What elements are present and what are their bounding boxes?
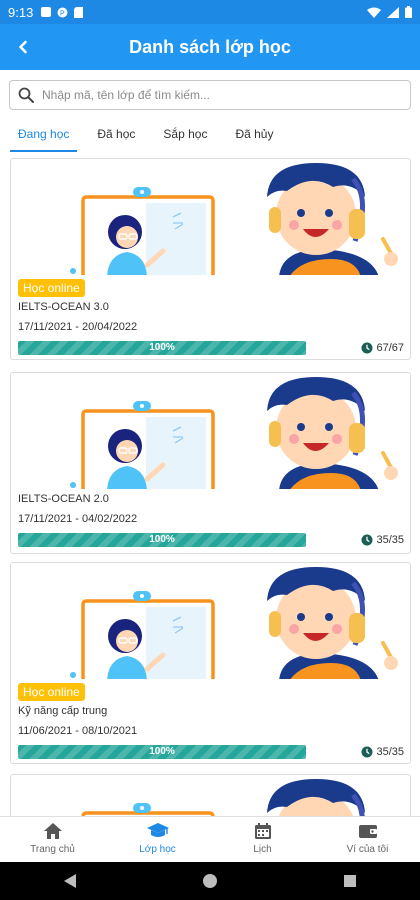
tab-da-huy[interactable]: Đã hủy (227, 120, 281, 152)
nav-calendar-label: Lịch (253, 844, 272, 855)
notification-icon (41, 7, 52, 17)
graduation-cap-icon (146, 823, 169, 837)
progress-bar: 100% (18, 533, 306, 547)
class-name: Kỹ năng cấp trung (18, 705, 108, 717)
online-badge: Học online (18, 683, 85, 701)
clock-icon (361, 342, 373, 354)
tab-dang-hoc[interactable]: Đang học (10, 120, 78, 152)
status-bar: 9:13 P (0, 0, 420, 24)
online-class-illustration (70, 377, 398, 489)
tab-sap-hoc[interactable]: Sắp học (155, 120, 215, 152)
nav-wallet-label: Ví của tôi (346, 844, 389, 855)
progress-label: 100% (149, 534, 175, 545)
system-back-icon[interactable] (63, 873, 77, 889)
session-count-text: 35/35 (376, 746, 404, 758)
nav-home-label: Trang chủ (30, 844, 75, 855)
main-content[interactable]: Đang học Đã học Sắp học Đã hủy (0, 70, 420, 816)
class-card[interactable]: Học online IELTS-OCEAN 3.0 17/11/2021 - … (10, 158, 411, 360)
session-count-text: 35/35 (376, 534, 404, 546)
battery-icon (405, 6, 412, 18)
app-notification-icon: P (57, 7, 68, 17)
system-home-icon[interactable] (202, 873, 218, 889)
search-box[interactable] (9, 80, 411, 110)
status-tabs: Đang học Đã học Sắp học Đã hủy (10, 120, 293, 152)
back-button[interactable] (8, 32, 38, 62)
class-card[interactable]: Học online Kỹ năng cấp trung 11/06/2021 … (10, 562, 411, 764)
search-input[interactable] (42, 88, 382, 102)
clock-icon (361, 746, 373, 758)
wifi-icon (367, 7, 381, 18)
progress-label: 100% (149, 342, 175, 353)
signal-icon (387, 6, 399, 18)
progress-bar: 100% (18, 745, 306, 759)
page-title: Danh sách lớp học (129, 36, 291, 57)
online-badge: Học online (18, 279, 85, 297)
tab-da-hoc[interactable]: Đã học (89, 120, 143, 152)
class-card[interactable]: IELTS-OCEAN 2.0 17/11/2021 - 04/02/2022 … (10, 372, 411, 554)
home-icon (43, 823, 62, 839)
svg-text:P: P (60, 10, 65, 17)
session-count: 35/35 (361, 746, 404, 758)
bottom-navigation: Trang chủ Lớp học Lịch Ví của tôi (0, 816, 420, 862)
progress-label: 100% (149, 746, 175, 757)
back-arrow-icon (19, 40, 27, 54)
online-class-illustration (81, 779, 365, 816)
system-recents-icon[interactable] (343, 874, 357, 888)
nav-calendar[interactable]: Lịch (210, 817, 315, 862)
clock-icon (361, 534, 373, 546)
session-count-text: 67/67 (376, 342, 404, 354)
session-count: 35/35 (361, 534, 404, 546)
class-name: IELTS-OCEAN 2.0 (18, 493, 109, 505)
nav-wallet[interactable]: Ví của tôi (315, 817, 420, 862)
search-icon (18, 87, 34, 103)
class-name: IELTS-OCEAN 3.0 (18, 301, 109, 313)
session-count: 67/67 (361, 342, 404, 354)
class-dates: 17/11/2021 - 20/04/2022 (18, 321, 138, 333)
system-navigation-bar (0, 862, 420, 900)
progress-bar: 100% (18, 341, 306, 355)
sd-card-icon (74, 6, 84, 18)
online-class-illustration (70, 567, 398, 679)
nav-classes[interactable]: Lớp học (105, 817, 210, 862)
class-card[interactable] (10, 774, 411, 816)
online-class-illustration (70, 163, 398, 275)
wallet-icon (358, 825, 377, 838)
status-time: 9:13 (8, 4, 34, 20)
app-bar: Danh sách lớp học (0, 24, 420, 70)
nav-home[interactable]: Trang chủ (0, 817, 105, 862)
nav-classes-label: Lớp học (139, 844, 176, 855)
class-dates: 17/11/2021 - 04/02/2022 (18, 513, 138, 525)
calendar-icon (254, 823, 271, 839)
class-dates: 11/06/2021 - 08/10/2021 (18, 725, 138, 737)
